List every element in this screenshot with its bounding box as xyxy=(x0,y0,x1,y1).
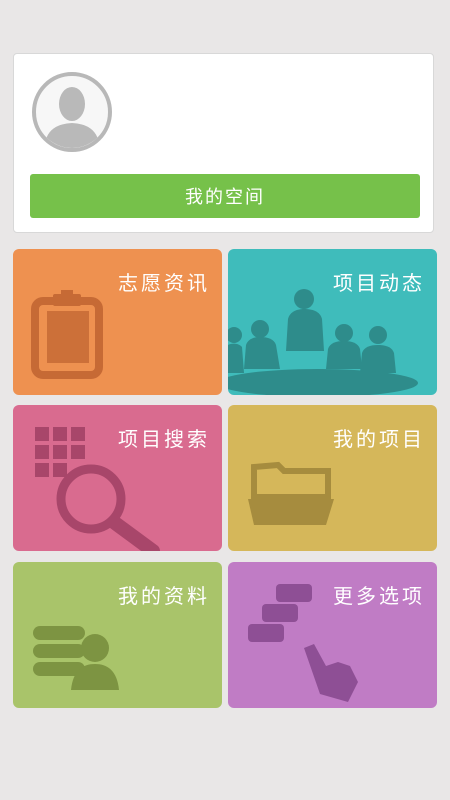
tile-volunteer-news[interactable]: 志愿资讯 xyxy=(13,249,222,395)
tile-label: 志愿资讯 xyxy=(118,271,210,295)
tile-my-profile[interactable]: 我的资料 xyxy=(13,562,222,708)
tile-project-search[interactable]: 项目搜索 xyxy=(13,405,222,551)
my-space-button[interactable]: 我的空间 xyxy=(30,174,420,218)
tile-label: 更多选项 xyxy=(333,584,425,608)
user-silhouette-icon xyxy=(44,87,100,148)
tile-project-dynamics[interactable]: 项目动态 xyxy=(228,249,437,395)
tile-label: 我的项目 xyxy=(333,427,425,451)
avatar[interactable] xyxy=(32,72,112,152)
tile-label: 项目搜索 xyxy=(118,427,210,451)
tile-label: 项目动态 xyxy=(333,271,425,295)
tile-more-options[interactable]: 更多选项 xyxy=(228,562,437,708)
profile-card: 我的空间 xyxy=(13,53,434,233)
tile-label: 我的资料 xyxy=(118,584,210,608)
tile-my-projects[interactable]: 我的项目 xyxy=(228,405,437,551)
